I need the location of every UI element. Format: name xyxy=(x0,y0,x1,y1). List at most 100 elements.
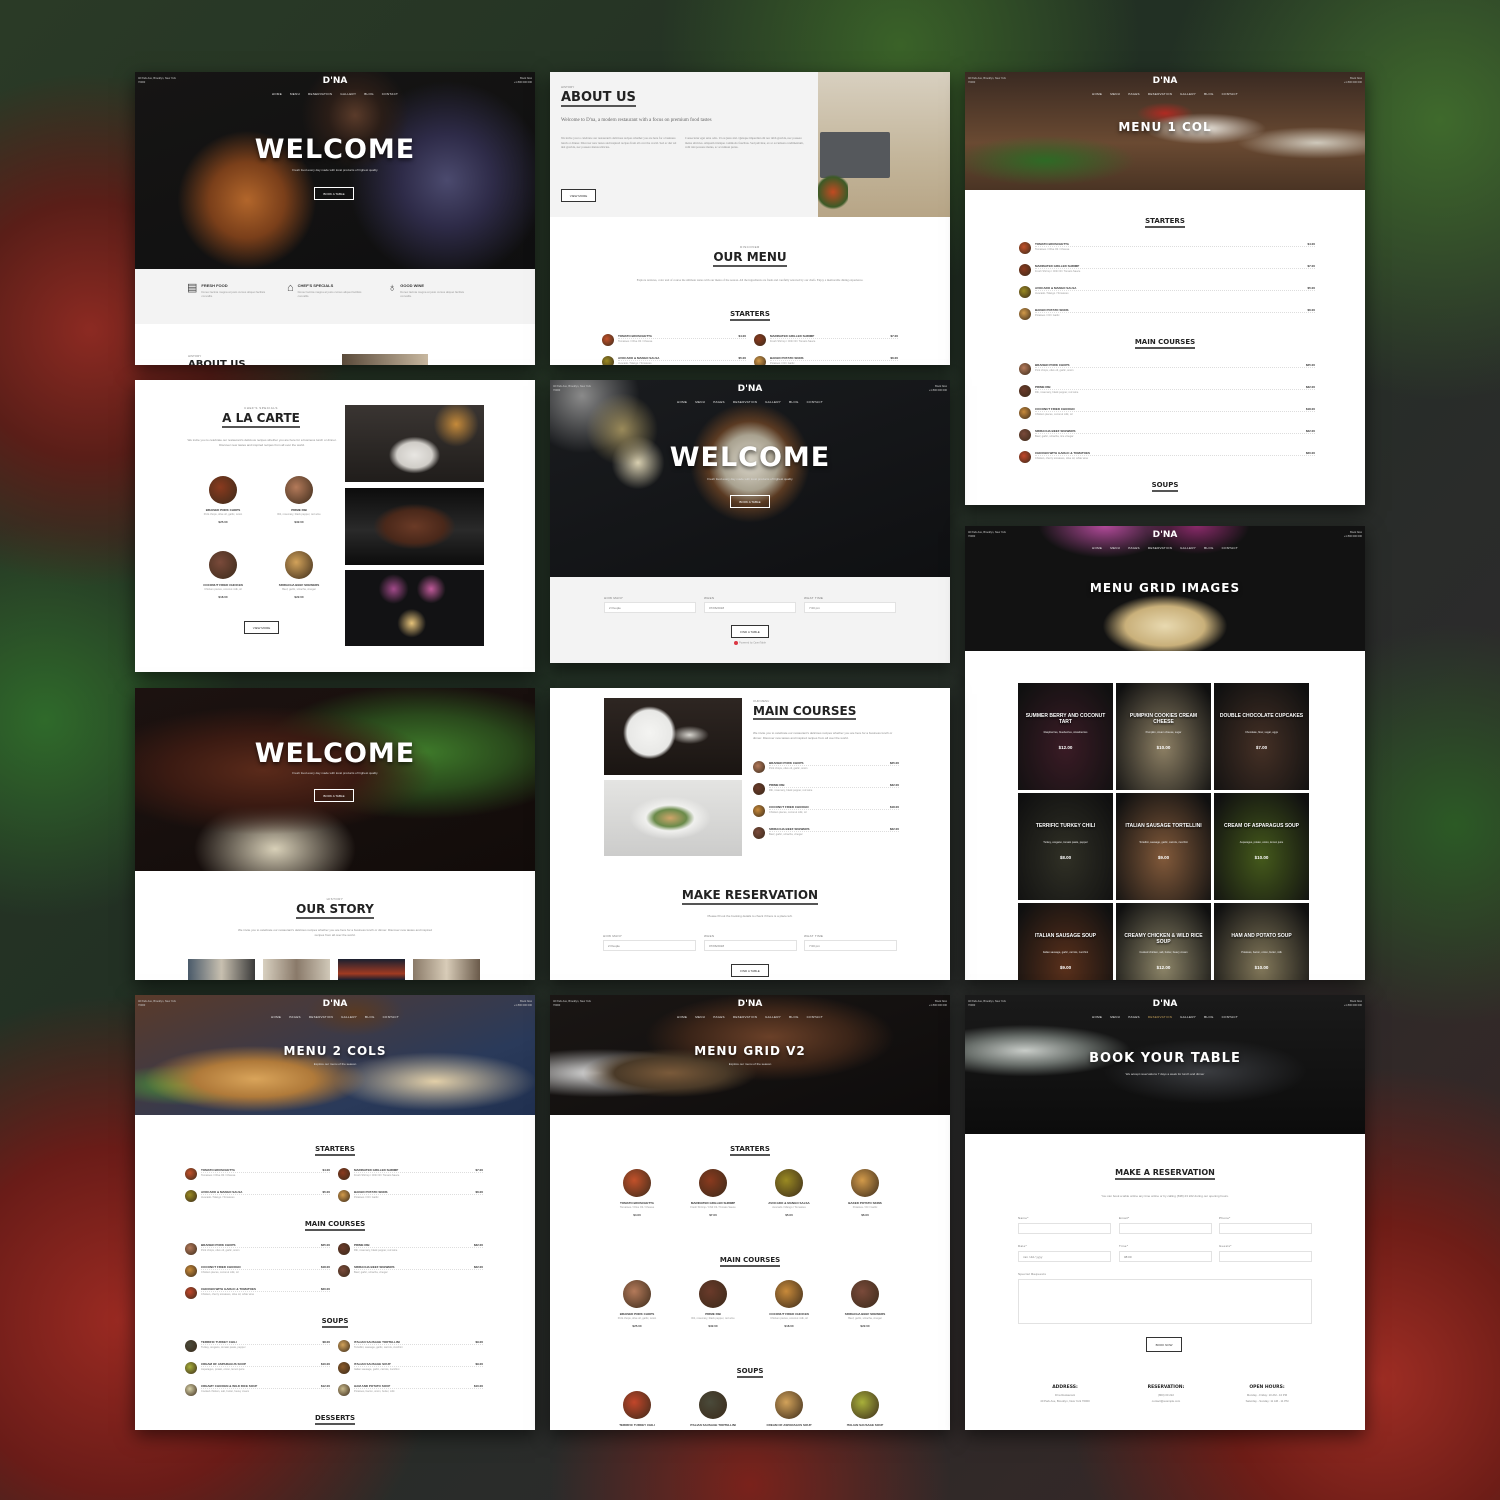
view-more-button[interactable]: VIEW MORE xyxy=(561,189,596,202)
menu-item[interactable]: BAKED POTATO SKINS Potatoes / Oil / Garli… xyxy=(338,1190,483,1204)
menu-grid-v2-item[interactable]: ITALIAN SAUSAGE SOUP xyxy=(835,1391,895,1430)
menu-grid-v2-item[interactable]: TOMATO BRUSCHETTA Tomatoes / Olive Oil / … xyxy=(607,1169,667,1217)
nav-item[interactable]: HOME xyxy=(271,1015,281,1019)
menu-grid-v2-item[interactable]: ITALIAN SAUSAGE TORTELLINI xyxy=(683,1391,743,1430)
menu-grid-v2-item[interactable]: PRIME RIB Rib, rosemary, black pepper, re… xyxy=(683,1280,743,1328)
menu-item[interactable]: BAKED POTATO SKINS Potatoes / Oil / Garli… xyxy=(754,356,898,365)
menu-grid-item[interactable]: DOUBLE CHOCOLATE CUPCAKES Chocolate, flou… xyxy=(1214,683,1309,790)
nav-item[interactable]: MENU xyxy=(1110,1015,1120,1019)
menu-grid-v2-item[interactable]: AVOCADO & MANGO SALSA Avocado / Mango / T… xyxy=(759,1169,819,1217)
menu-item[interactable]: AVOCADO & MANGO SALSA Avocado / Mango / T… xyxy=(602,356,746,365)
menu-grid-item[interactable]: CREAM OF ASPARAGUS SOUP Asparagus, potato… xyxy=(1214,793,1309,900)
a-la-carte-item[interactable]: SRIRACHA BEEF SKEWERS Beef, garlic, srira… xyxy=(269,551,329,599)
nav-item[interactable]: HOME xyxy=(677,1015,687,1019)
menu-item[interactable]: CHICKEN WITH GARLIC & TOMATOES Chicken, c… xyxy=(185,1287,330,1301)
nav-item[interactable]: CONTACT xyxy=(1222,546,1238,550)
menu-item[interactable]: MARINATED GRILLED SHRIMP Fresh Shrimp / C… xyxy=(338,1168,483,1182)
menu-grid-v2-item[interactable]: SRIRACHA BEEF SKEWERS Beef, garlic, srira… xyxy=(835,1280,895,1328)
nav-item[interactable]: PAGES xyxy=(289,1015,301,1019)
nav-item[interactable]: GALLERY xyxy=(1180,1015,1196,1019)
book-now-button[interactable]: BOOK NOW xyxy=(1146,1337,1182,1352)
nav-item[interactable]: GALLERY xyxy=(765,1015,781,1019)
nav-item[interactable]: RESERVATION xyxy=(308,92,332,96)
menu-grid-item[interactable]: TERRIFIC TURKEY CHILI Turkey, oregano, to… xyxy=(1018,793,1113,900)
logo[interactable]: D'NA xyxy=(550,384,950,394)
nav-item[interactable]: RESERVATION xyxy=(733,1015,757,1019)
menu-item[interactable]: COCONUT FRIED CHICKEN Chicken pieces, coc… xyxy=(753,805,899,819)
nav-item[interactable]: CONTACT xyxy=(382,92,398,96)
find-table-button[interactable]: FIND A TABLE xyxy=(731,964,769,977)
a-la-carte-item[interactable]: BRAISED PORK CHOPS Pork chops, olive oil,… xyxy=(193,476,253,524)
nav-item[interactable]: HOME xyxy=(677,400,687,404)
book-table-button[interactable]: BOOK A TABLE xyxy=(314,187,354,200)
menu-grid-v2-item[interactable]: BRAISED PORK CHOPS Pork chops, olive oil,… xyxy=(607,1280,667,1328)
nav-item[interactable]: BLOG xyxy=(1204,1015,1214,1019)
menu-grid-v2-item[interactable]: TERRIFIC TURKEY CHILI xyxy=(607,1391,667,1430)
view-more-button[interactable]: VIEW MORE xyxy=(244,621,279,634)
nav-item[interactable]: BLOG xyxy=(364,92,374,96)
nav-item[interactable]: BLOG xyxy=(789,400,799,404)
book-table-button[interactable]: BOOK A TABLE xyxy=(314,789,354,802)
nav-item[interactable]: GALLERY xyxy=(1180,546,1196,550)
nav-item[interactable]: BLOG xyxy=(365,1015,375,1019)
menu-item[interactable]: BRAISED PORK CHOPS Pork chops, olive oil,… xyxy=(185,1243,330,1257)
menu-grid-v2-item[interactable]: MARINATED GRILLED SHRIMP Fresh Shrimp / C… xyxy=(683,1169,743,1217)
nav-item[interactable]: CONTACT xyxy=(383,1015,399,1019)
menu-item[interactable]: COCONUT FRIED CHICKEN Chicken pieces, coc… xyxy=(1019,407,1315,421)
time-select[interactable]: 08:00 xyxy=(1119,1251,1212,1262)
name-input[interactable] xyxy=(1018,1223,1111,1234)
menu-item[interactable]: SRIRACHA BEEF SKEWERS Beef, garlic, srira… xyxy=(1019,429,1315,443)
when-input[interactable]: 07/06/2018 xyxy=(704,940,797,951)
nav-item[interactable]: CONTACT xyxy=(807,1015,823,1019)
nav-item[interactable]: HOME xyxy=(1092,1015,1102,1019)
logo[interactable]: D'NA xyxy=(550,999,950,1009)
nav-item[interactable]: MENU xyxy=(1110,546,1120,550)
menu-grid-item[interactable]: SUMMER BERRY AND COCONUT TART Raspberries… xyxy=(1018,683,1113,790)
when-input[interactable]: 07/06/2018 xyxy=(704,602,796,613)
book-now-label[interactable]: Book Now xyxy=(520,77,532,80)
menu-item[interactable]: CHICKEN WITH GARLIC & TOMATOES Chicken, c… xyxy=(1019,451,1315,465)
nav-item[interactable]: PAGES xyxy=(713,400,725,404)
nav-item[interactable]: MENU xyxy=(1110,92,1120,96)
menu-grid-v2-item[interactable]: CREAM OF ASPARAGUS SOUP xyxy=(759,1391,819,1430)
menu-item[interactable]: HAM AND POTATO SOUP Potatoes, bacon, onio… xyxy=(338,1384,483,1398)
menu-grid-item[interactable]: CREAMY CHICKEN & WILD RICE SOUP Cooked ch… xyxy=(1116,903,1211,980)
nav-item[interactable]: GALLERY xyxy=(340,92,356,96)
menu-item[interactable]: TOMATO BRUSCHETTA Tomatoes / Olive Oil / … xyxy=(1019,242,1315,256)
menu-grid-item[interactable]: ITALIAN SAUSAGE SOUP Italian sausage, gar… xyxy=(1018,903,1113,980)
nav-item[interactable]: RESERVATION xyxy=(309,1015,333,1019)
nav-item[interactable]: PAGES xyxy=(1128,546,1140,550)
menu-item[interactable]: COCONUT FRIED CHICKEN Chicken pieces, coc… xyxy=(185,1265,330,1279)
a-la-carte-item[interactable]: PRIME RIB Rib, rosemary, black pepper, re… xyxy=(269,476,329,524)
menu-item[interactable]: BAKED POTATO SKINS Potatoes / Oil / Garli… xyxy=(1019,308,1315,322)
menu-grid-v2-item[interactable]: BAKED POTATO SKINS Potatoes / Oil / Garli… xyxy=(835,1169,895,1217)
book-now-label[interactable]: Book Now xyxy=(935,1000,947,1003)
menu-grid-item[interactable]: PUMPKIN COOKIES CREAM CHEESE Pumpkin, cre… xyxy=(1116,683,1211,790)
logo[interactable]: D'NA xyxy=(965,76,1365,86)
nav-item[interactable]: RESERVATION xyxy=(1148,546,1172,550)
book-now-label[interactable]: Book Now xyxy=(1350,77,1362,80)
book-now-label[interactable]: Book Now xyxy=(1350,1000,1362,1003)
phone-input[interactable] xyxy=(1219,1223,1312,1234)
nav-item[interactable]: GALLERY xyxy=(1180,92,1196,96)
find-table-button[interactable]: FIND A TABLE xyxy=(731,625,769,638)
nav-item[interactable]: CONTACT xyxy=(807,400,823,404)
nav-item[interactable]: GALLERY xyxy=(341,1015,357,1019)
how-many-select[interactable]: 2 People xyxy=(604,602,696,613)
menu-item[interactable]: ITALIAN SAUSAGE SOUP Italian sausage, gar… xyxy=(338,1362,483,1376)
logo[interactable]: D'NA xyxy=(965,530,1365,540)
book-now-label[interactable]: Book Now xyxy=(935,385,947,388)
nav-item[interactable]: PAGES xyxy=(1128,1015,1140,1019)
menu-item[interactable]: CREAM OF ASPARAGUS SOUP Asparagus, potato… xyxy=(185,1362,330,1376)
menu-item[interactable]: MARINATED GRILLED SHRIMP Fresh Shrimp / C… xyxy=(1019,264,1315,278)
nav-item[interactable]: HOME xyxy=(1092,92,1102,96)
time-select[interactable]: 7:00 pm xyxy=(804,602,896,613)
book-table-button[interactable]: BOOK A TABLE xyxy=(730,495,770,508)
logo[interactable]: D'NA xyxy=(965,999,1365,1009)
nav-item[interactable]: RESERVATION xyxy=(1148,92,1172,96)
menu-item[interactable]: PRIME RIB Rib, rosemary, black pepper, re… xyxy=(338,1243,483,1257)
nav-item[interactable]: RESERVATION xyxy=(733,400,757,404)
nav-item[interactable]: MENU xyxy=(290,92,300,96)
email-input[interactable] xyxy=(1119,1223,1212,1234)
menu-grid-v2-item[interactable]: COCONUT FRIED CHICKEN Chicken pieces, coc… xyxy=(759,1280,819,1328)
